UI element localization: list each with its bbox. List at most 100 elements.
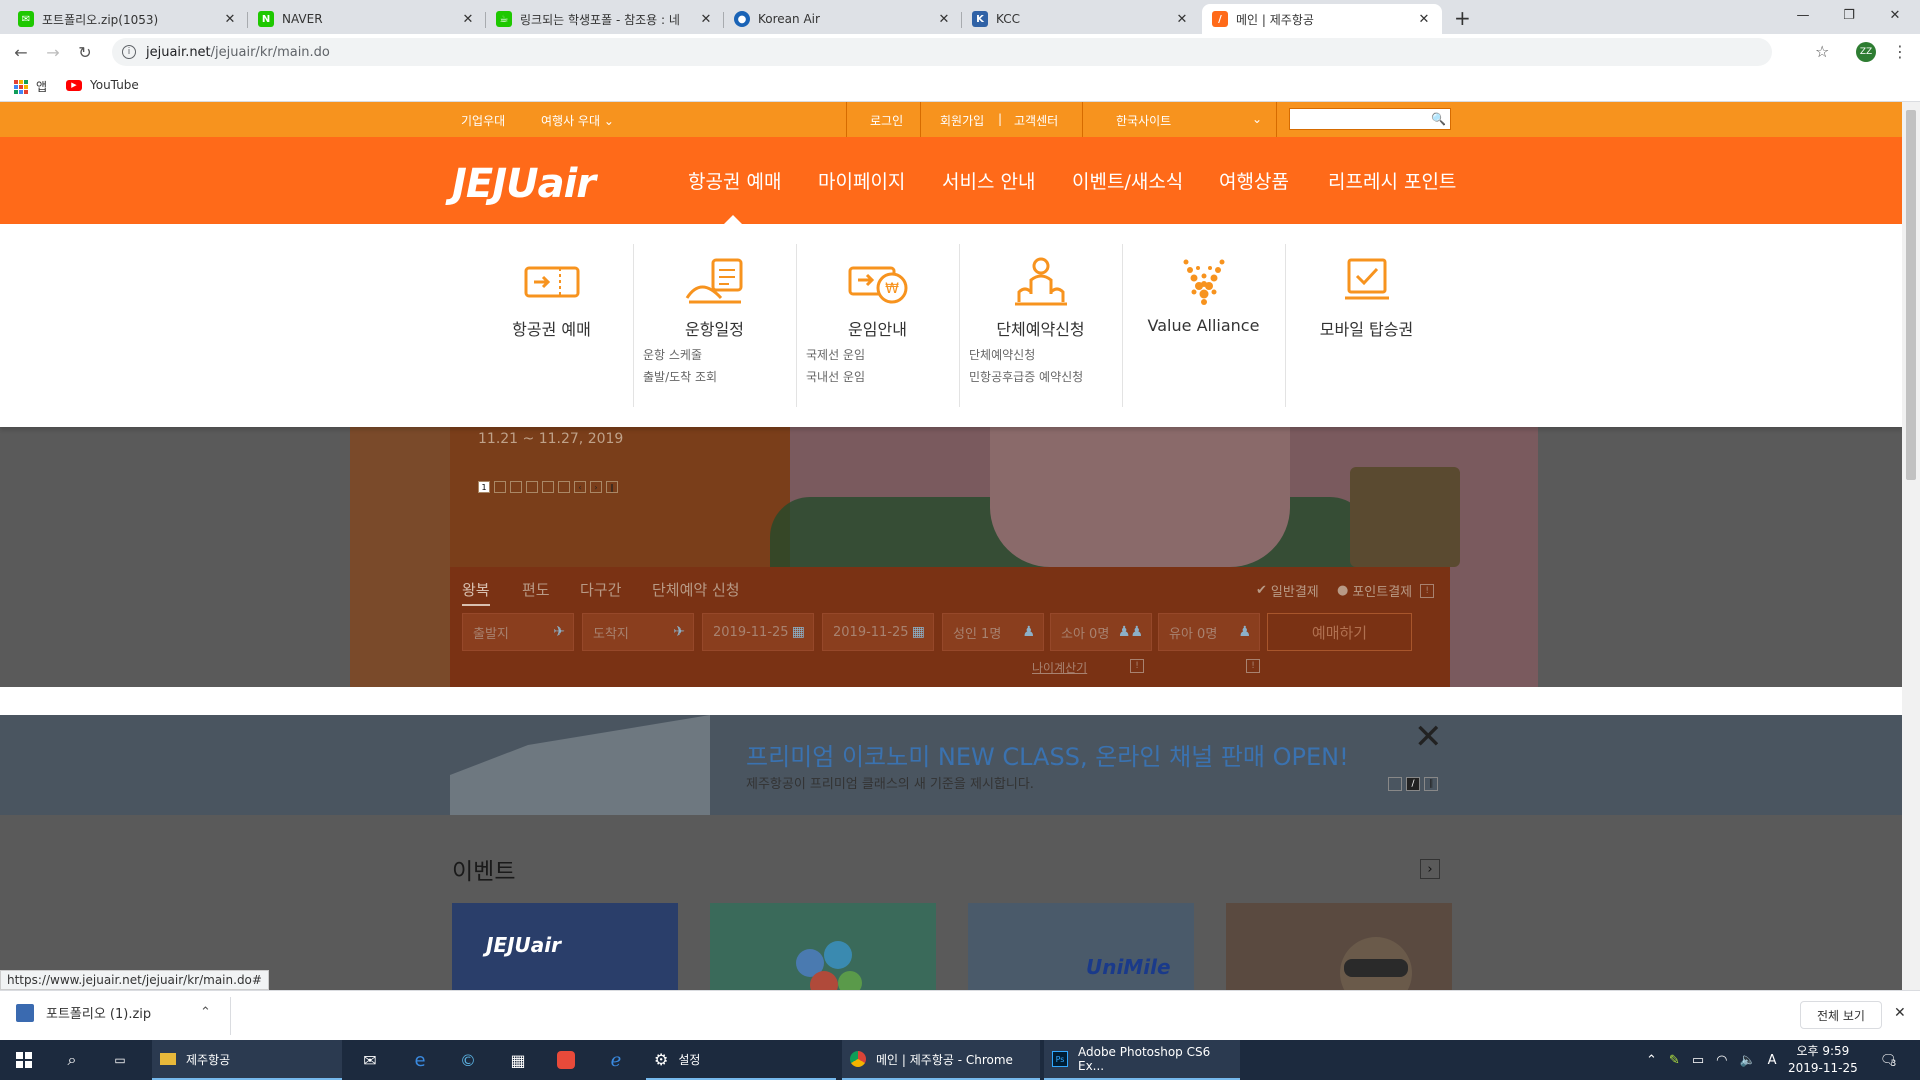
submenu-arrival-departure[interactable]: 출발/도착 조회 xyxy=(643,368,717,385)
return-date-field[interactable]: 2019-11-25 ▦ xyxy=(822,613,934,651)
promo-headline[interactable]: 프리미엄 이코노미 NEW CLASS, 온라인 채널 판매 OPEN! xyxy=(746,737,1349,772)
browser-tab[interactable]: ☕ 링크되는 학생포폴 - 참조용 : 네 ✕ xyxy=(486,4,724,34)
close-tab-icon[interactable]: ✕ xyxy=(936,12,952,27)
submenu-flight-schedule[interactable]: 운항 스케줄 xyxy=(643,346,702,363)
taskbar-settings-window[interactable]: ⚙ 설정 xyxy=(646,1040,836,1080)
show-all-button[interactable]: 전체 보기 xyxy=(1800,1001,1882,1029)
slide-pause-icon[interactable]: ∥ xyxy=(606,481,618,493)
browser-tab[interactable]: N NAVER ✕ xyxy=(248,4,486,34)
dropdown-item-value-alliance[interactable]: Value Alliance xyxy=(1122,244,1285,407)
menu-booking[interactable]: 항공권 예매 xyxy=(688,167,781,194)
internet-explorer-icon[interactable]: ℯ xyxy=(596,1040,636,1080)
slide-dot-4[interactable] xyxy=(526,481,538,493)
join-link[interactable]: 회원가입 xyxy=(940,112,984,129)
close-tab-icon[interactable]: ✕ xyxy=(1174,12,1190,27)
tab-oneway[interactable]: 편도 xyxy=(522,579,550,600)
close-icon[interactable]: ✕ xyxy=(1894,1005,1906,1021)
child-info-icon[interactable]: ! xyxy=(1130,659,1144,673)
submenu-group-booking[interactable]: 단체예약신청 xyxy=(969,346,1035,363)
site-search-input[interactable]: 🔍 xyxy=(1289,108,1451,130)
promo-dot-2[interactable]: / xyxy=(1406,777,1420,791)
bookmark-star-icon[interactable]: ☆ xyxy=(1815,42,1829,61)
event-card[interactable] xyxy=(710,903,936,990)
slide-dot-2[interactable] xyxy=(494,481,506,493)
departure-date-field[interactable]: 2019-11-25 ▦ xyxy=(702,613,814,651)
slide-dot-5[interactable] xyxy=(542,481,554,493)
task-view-icon[interactable]: ▭ xyxy=(96,1040,144,1080)
taskbar-explorer-window[interactable]: 제주항공 xyxy=(152,1040,342,1080)
pen-icon[interactable]: ✎ xyxy=(1669,1053,1680,1068)
info-icon[interactable]: ! xyxy=(1420,583,1435,598)
new-tab-button[interactable]: + xyxy=(1454,6,1471,30)
slide-prev-icon[interactable]: ‹ xyxy=(574,481,586,493)
page-scrollbar[interactable] xyxy=(1902,102,1920,990)
close-tab-icon[interactable]: ✕ xyxy=(222,12,238,27)
search-icon[interactable]: ⌕ xyxy=(48,1040,96,1080)
menu-mypage[interactable]: 마이페이지 xyxy=(818,167,905,194)
infant-count-field[interactable]: 유아 0명 ♟ xyxy=(1158,613,1260,651)
bookmark-youtube[interactable]: ▶ YouTube xyxy=(66,78,139,92)
support-link[interactable]: 고객센터 xyxy=(1014,112,1058,129)
taskbar-chrome-window[interactable]: 메인 | 제주항공 - Chrome xyxy=(842,1040,1040,1080)
age-calculator-link[interactable]: 나이계산기 xyxy=(1032,659,1087,676)
event-card[interactable] xyxy=(1226,903,1452,990)
taskbar-photoshop-window[interactable]: Ps Adobe Photoshop CS6 Ex... xyxy=(1044,1040,1240,1080)
windows-start-icon[interactable] xyxy=(0,1040,48,1080)
app-red-icon[interactable] xyxy=(546,1040,586,1080)
agency-link[interactable]: 여행사 우대 ⌄ xyxy=(541,112,614,129)
forward-icon[interactable]: → xyxy=(42,41,64,63)
edge-icon[interactable]: e xyxy=(400,1040,440,1080)
slide-dot-6[interactable] xyxy=(558,481,570,493)
chevron-up-icon[interactable]: ⌃ xyxy=(200,1005,211,1020)
close-tab-icon[interactable]: ✕ xyxy=(1416,12,1432,27)
dropdown-item-mobile-pass[interactable]: 모바일 탑승권 xyxy=(1285,244,1448,407)
reload-icon[interactable]: ↻ xyxy=(74,41,96,63)
menu-service[interactable]: 서비스 안내 xyxy=(942,167,1035,194)
tab-multicity[interactable]: 다구간 xyxy=(580,579,621,600)
book-button[interactable]: 예매하기 xyxy=(1267,613,1412,651)
browser-tab[interactable]: ● Korean Air ✕ xyxy=(724,4,962,34)
back-icon[interactable]: ← xyxy=(10,41,32,63)
tab-roundtrip[interactable]: 왕복 xyxy=(462,579,490,606)
battery-icon[interactable]: ▭ xyxy=(1692,1053,1704,1068)
menu-events[interactable]: 이벤트/새소식 xyxy=(1072,167,1183,194)
menu-kebab-icon[interactable]: ⋮ xyxy=(1892,42,1908,61)
download-item[interactable]: 포트폴리오 (1).zip xyxy=(16,1003,151,1022)
menu-travel[interactable]: 여행상품 xyxy=(1219,167,1289,194)
calculator-icon[interactable]: ▦ xyxy=(498,1040,538,1080)
slide-dot-3[interactable] xyxy=(510,481,522,493)
submenu-civil-booking[interactable]: 민항공후급증 예약신청 xyxy=(969,368,1083,385)
submenu-domestic-fare[interactable]: 국내선 운임 xyxy=(806,368,865,385)
close-window-icon[interactable]: ✕ xyxy=(1872,0,1918,30)
event-card[interactable]: UniMile xyxy=(968,903,1194,990)
chevron-right-icon[interactable]: › xyxy=(1420,859,1440,879)
browser-tab[interactable]: K KCC ✕ xyxy=(962,4,1200,34)
departure-field[interactable]: 출발지 ✈ xyxy=(462,613,574,651)
pay-general-radio[interactable]: ✔ 일반결제 xyxy=(1256,581,1319,600)
login-link[interactable]: 로그인 xyxy=(870,112,903,129)
browser-tab[interactable]: ✉ 포트폴리오.zip(1053) ✕ xyxy=(8,4,248,34)
profile-avatar[interactable]: ZZ xyxy=(1856,42,1876,62)
scrollbar-thumb[interactable] xyxy=(1906,110,1916,480)
slide-dot-1[interactable]: 1 xyxy=(478,481,490,493)
wifi-icon[interactable]: ◠ xyxy=(1716,1053,1727,1068)
browser-tab-active[interactable]: / 메인 | 제주항공 ✕ xyxy=(1202,4,1442,34)
close-tab-icon[interactable]: ✕ xyxy=(698,12,714,27)
info-icon[interactable]: i xyxy=(122,45,136,59)
ccleaner-icon[interactable]: © xyxy=(448,1040,488,1080)
bookmark-apps[interactable]: 앱 xyxy=(14,78,47,95)
close-icon[interactable]: ✕ xyxy=(1414,717,1443,757)
chevron-down-icon[interactable]: ⌄ xyxy=(1252,112,1262,126)
chevron-up-icon[interactable]: ⌃ xyxy=(1646,1053,1657,1068)
volume-icon[interactable]: 🔈 xyxy=(1739,1053,1755,1068)
corp-link[interactable]: 기업우대 xyxy=(461,112,505,129)
slide-next-icon[interactable]: › xyxy=(590,481,602,493)
arrival-field[interactable]: 도착지 ✈ xyxy=(582,613,694,651)
tab-group-booking[interactable]: 단체예약 신청 xyxy=(652,579,740,600)
search-icon[interactable]: 🔍 xyxy=(1431,112,1446,126)
address-bar[interactable]: i jejuair.net/jejuair/kr/main.do xyxy=(112,38,1772,66)
child-count-field[interactable]: 소아 0명 ♟♟ xyxy=(1050,613,1152,651)
dropdown-item-booking[interactable]: 항공권 예매 xyxy=(470,244,633,407)
infant-info-icon[interactable]: ! xyxy=(1246,659,1260,673)
language-select[interactable]: 한국사이트 xyxy=(1116,112,1171,129)
